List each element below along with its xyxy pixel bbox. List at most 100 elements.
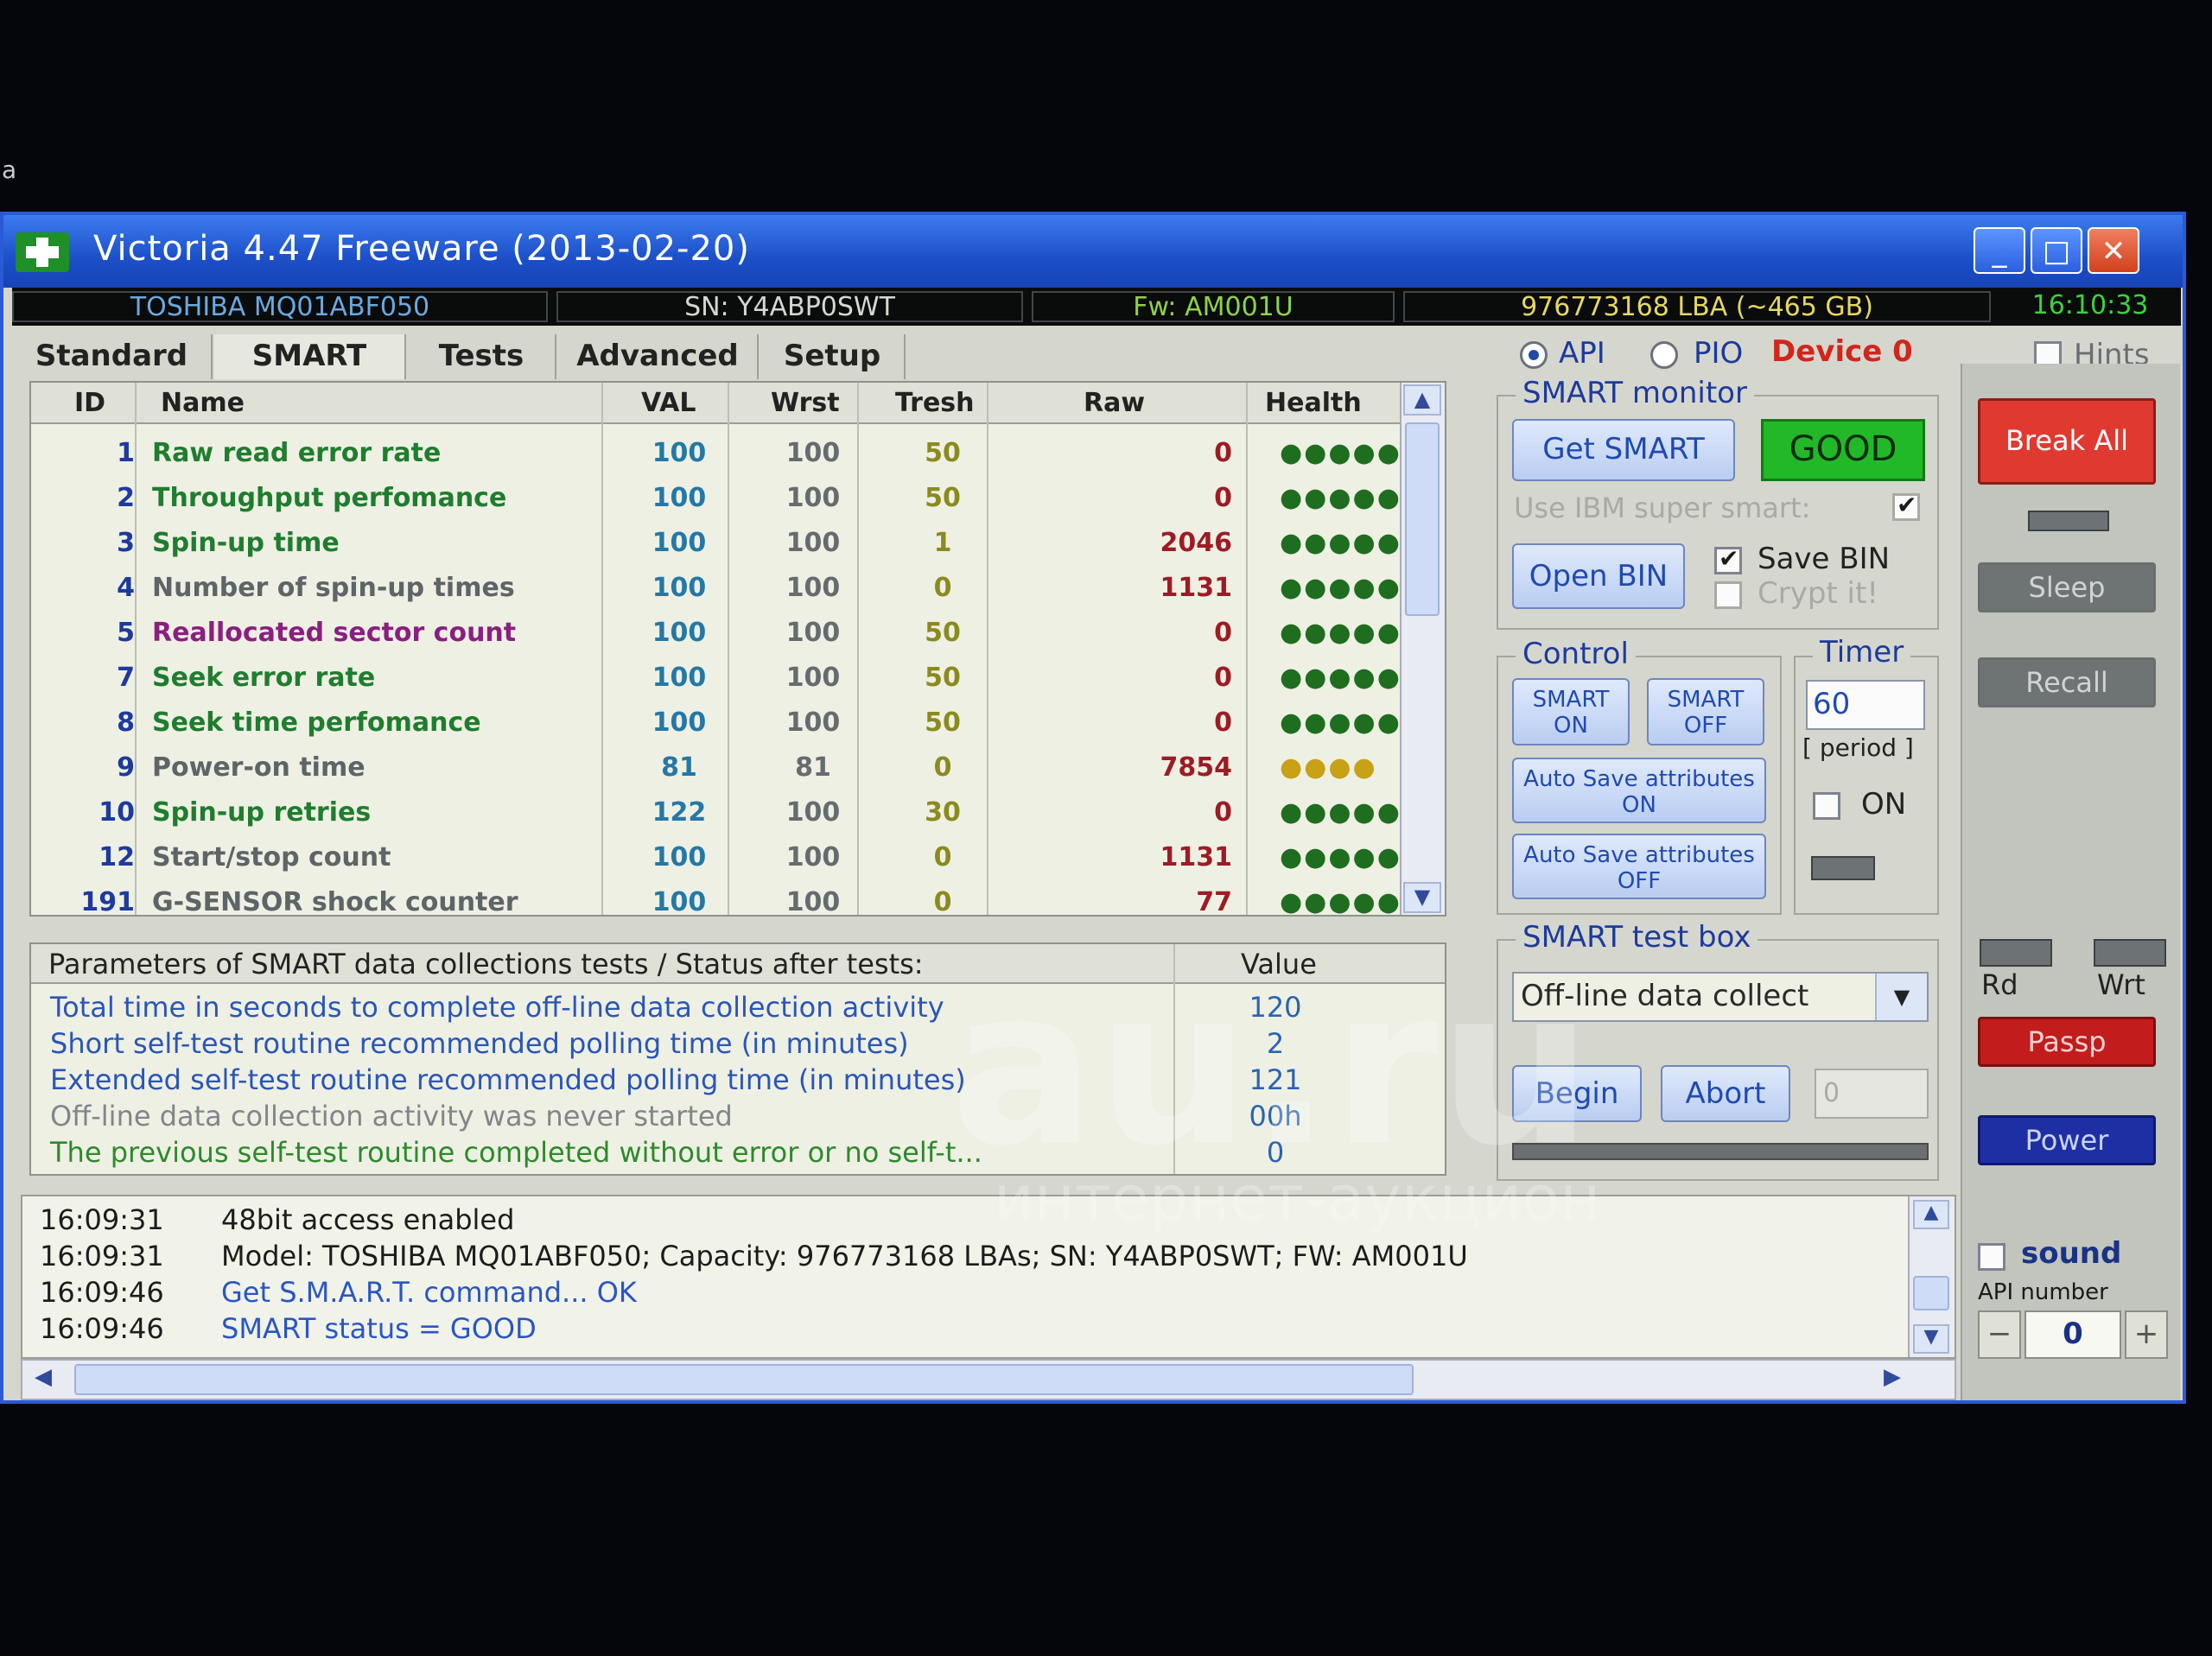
log-time: 16:09:31 bbox=[40, 1240, 164, 1272]
table-row[interactable]: 4 Number of spin-up times 100 100 0 1131 ●●●●● bbox=[31, 564, 1414, 609]
attr-val: 100 bbox=[652, 528, 707, 558]
autosave-on-button[interactable]: Auto Save attributes ON bbox=[1512, 758, 1766, 823]
attr-raw: 77 bbox=[1196, 887, 1232, 917]
power-button[interactable]: Power bbox=[1978, 1115, 2156, 1165]
header-raw: Raw bbox=[1084, 388, 1146, 418]
test-counter-field: 0 bbox=[1815, 1069, 1929, 1119]
close-button[interactable]: ✕ bbox=[2088, 227, 2139, 274]
ibm-super-smart-checkbox[interactable] bbox=[1892, 491, 1920, 521]
table-row[interactable]: 9 Power-on time 81 81 0 7854 ●●●● bbox=[31, 744, 1414, 789]
table-row[interactable]: 8 Seek time perfomance 100 100 50 0 ●●●●● bbox=[31, 699, 1414, 744]
table-row[interactable]: 3 Spin-up time 100 100 1 2046 ●●●●● bbox=[31, 519, 1414, 564]
param-text: Extended self-test routine recommended p… bbox=[50, 1063, 966, 1096]
table-row[interactable]: 191 G-SENSOR shock counter 100 100 0 77 ●●●●● bbox=[31, 879, 1414, 917]
attr-val: 81 bbox=[661, 752, 697, 783]
log-scroll-thumb[interactable] bbox=[1913, 1276, 1949, 1310]
params-header-label: Parameters of SMART data collections tes… bbox=[48, 948, 924, 980]
attr-raw: 0 bbox=[1214, 618, 1232, 648]
attr-health: ●●●●● bbox=[1280, 618, 1402, 648]
log-scroll-up-icon[interactable]: ▲ bbox=[1913, 1200, 1949, 1229]
rd-indicator bbox=[1980, 939, 2052, 967]
attr-val: 100 bbox=[652, 707, 707, 738]
table-row[interactable]: 10 Spin-up retries 122 100 30 0 ●●●●● bbox=[31, 789, 1414, 834]
attr-id: 4 bbox=[117, 573, 135, 603]
device-label: Device 0 bbox=[1771, 334, 1913, 369]
passp-button[interactable]: Passp bbox=[1978, 1017, 2156, 1067]
log-scrollbar[interactable]: ▲ ▼ bbox=[1908, 1196, 1955, 1357]
attr-name: Power-on time bbox=[152, 752, 365, 783]
log-message: Model: TOSHIBA MQ01ABF050; Capacity: 976… bbox=[221, 1240, 1468, 1272]
scroll-right-icon[interactable]: ▶ bbox=[1875, 1364, 1910, 1395]
pio-radio[interactable] bbox=[1650, 341, 1678, 369]
api-number-decrement-button[interactable]: − bbox=[1978, 1310, 2021, 1359]
timer-on-label: ON bbox=[1861, 787, 1907, 822]
tab-tests[interactable]: Tests bbox=[408, 334, 556, 379]
attr-id: 2 bbox=[117, 483, 135, 513]
log-scroll-down-icon[interactable]: ▼ bbox=[1913, 1324, 1949, 1354]
sound-checkbox[interactable] bbox=[1978, 1243, 2005, 1271]
attr-health: ●●●●● bbox=[1280, 573, 1402, 603]
table-row[interactable]: 7 Seek error rate 100 100 50 0 ●●●●● bbox=[31, 654, 1414, 699]
log-hscroll-thumb[interactable] bbox=[74, 1364, 1414, 1395]
autosave-off-button[interactable]: Auto Save attributes OFF bbox=[1512, 834, 1766, 899]
break-all-button[interactable]: Break All bbox=[1978, 398, 2156, 485]
attr-wrst: 100 bbox=[785, 707, 841, 738]
api-number-increment-button[interactable]: + bbox=[2125, 1310, 2168, 1359]
tab-setup[interactable]: Setup bbox=[760, 334, 906, 379]
maximize-button[interactable]: □ bbox=[2031, 227, 2082, 274]
attr-id: 3 bbox=[117, 528, 135, 558]
attr-health: ●●●●● bbox=[1280, 887, 1402, 917]
attr-name: Reallocated sector count bbox=[152, 618, 517, 648]
save-bin-checkbox[interactable] bbox=[1714, 544, 1742, 574]
smart-on-button[interactable]: SMART ON bbox=[1512, 678, 1630, 746]
attr-wrst: 100 bbox=[785, 573, 841, 603]
attr-health: ●●●●● bbox=[1280, 483, 1402, 513]
scroll-up-icon[interactable]: ▲ bbox=[1403, 384, 1441, 416]
api-number-label: API number bbox=[1978, 1279, 2108, 1305]
table-scrollbar[interactable]: ▲ ▼ bbox=[1400, 383, 1445, 915]
tab-standard[interactable]: Standard bbox=[12, 334, 213, 379]
attr-raw: 7854 bbox=[1160, 752, 1233, 783]
minimize-button[interactable]: _ bbox=[1974, 227, 2025, 274]
smart-attributes-table: ID Name VAL Wrst Tresh Raw Health 1 Raw r… bbox=[29, 381, 1446, 917]
abort-button[interactable]: Abort bbox=[1661, 1065, 1790, 1122]
table-row[interactable]: 1 Raw read error rate 100 100 50 0 ●●●●● bbox=[31, 429, 1414, 474]
title-bar[interactable]: Victoria 4.47 Freeware (2013-02-20) _ □ … bbox=[3, 215, 2183, 288]
api-radio[interactable] bbox=[1520, 341, 1548, 369]
attr-health: ●●●●● bbox=[1280, 438, 1402, 468]
crypt-checkbox[interactable] bbox=[1714, 581, 1742, 609]
window-title: Victoria 4.47 Freeware (2013-02-20) bbox=[93, 229, 750, 269]
table-row[interactable]: 12 Start/stop count 100 100 0 1131 ●●●●● bbox=[31, 834, 1414, 879]
open-bin-button[interactable]: Open BIN bbox=[1512, 543, 1685, 609]
smart-monitor-title: SMART monitor bbox=[1516, 376, 1754, 410]
chevron-down-icon[interactable]: ▼ bbox=[1875, 974, 1927, 1020]
timer-title: Timer bbox=[1813, 635, 1911, 669]
scroll-down-icon[interactable]: ▼ bbox=[1403, 882, 1441, 913]
log-time: 16:09:31 bbox=[40, 1203, 164, 1236]
attr-health: ●●●●● bbox=[1280, 528, 1402, 558]
table-row[interactable]: 2 Throughput perfomance 100 100 50 0 ●●●●● bbox=[31, 474, 1414, 519]
tab-advanced[interactable]: Advanced bbox=[558, 334, 759, 379]
scroll-left-icon[interactable]: ◀ bbox=[26, 1364, 60, 1395]
break-indicator bbox=[2028, 511, 2109, 531]
attr-health: ●●●● bbox=[1280, 752, 1377, 783]
save-bin-label: Save BIN bbox=[1758, 542, 1891, 576]
smart-off-button[interactable]: SMART OFF bbox=[1647, 678, 1764, 746]
timer-input[interactable]: 60 bbox=[1806, 680, 1925, 730]
param-text: Total time in seconds to complete off-li… bbox=[50, 991, 944, 1024]
scroll-thumb[interactable] bbox=[1405, 422, 1440, 616]
table-row[interactable]: 5 Reallocated sector count 100 100 50 0 ●●●●● bbox=[31, 609, 1414, 654]
timer-indicator bbox=[1811, 856, 1875, 880]
recall-button[interactable]: Recall bbox=[1978, 657, 2156, 707]
log-message: Get S.M.A.R.T. command... OK bbox=[221, 1276, 637, 1309]
get-smart-button[interactable]: Get SMART bbox=[1512, 419, 1735, 481]
attr-tresh: 0 bbox=[933, 887, 952, 917]
attr-raw: 1131 bbox=[1160, 573, 1233, 603]
log-horizontal-scrollbar[interactable]: ◀ ▶ bbox=[21, 1359, 1956, 1400]
timer-on-checkbox[interactable] bbox=[1813, 792, 1840, 820]
api-number-field[interactable]: 0 bbox=[2024, 1310, 2121, 1359]
attr-tresh: 0 bbox=[933, 752, 952, 783]
sleep-button[interactable]: Sleep bbox=[1978, 562, 2156, 612]
attr-id: 1 bbox=[117, 438, 135, 468]
tab-smart[interactable]: SMART bbox=[214, 334, 406, 379]
